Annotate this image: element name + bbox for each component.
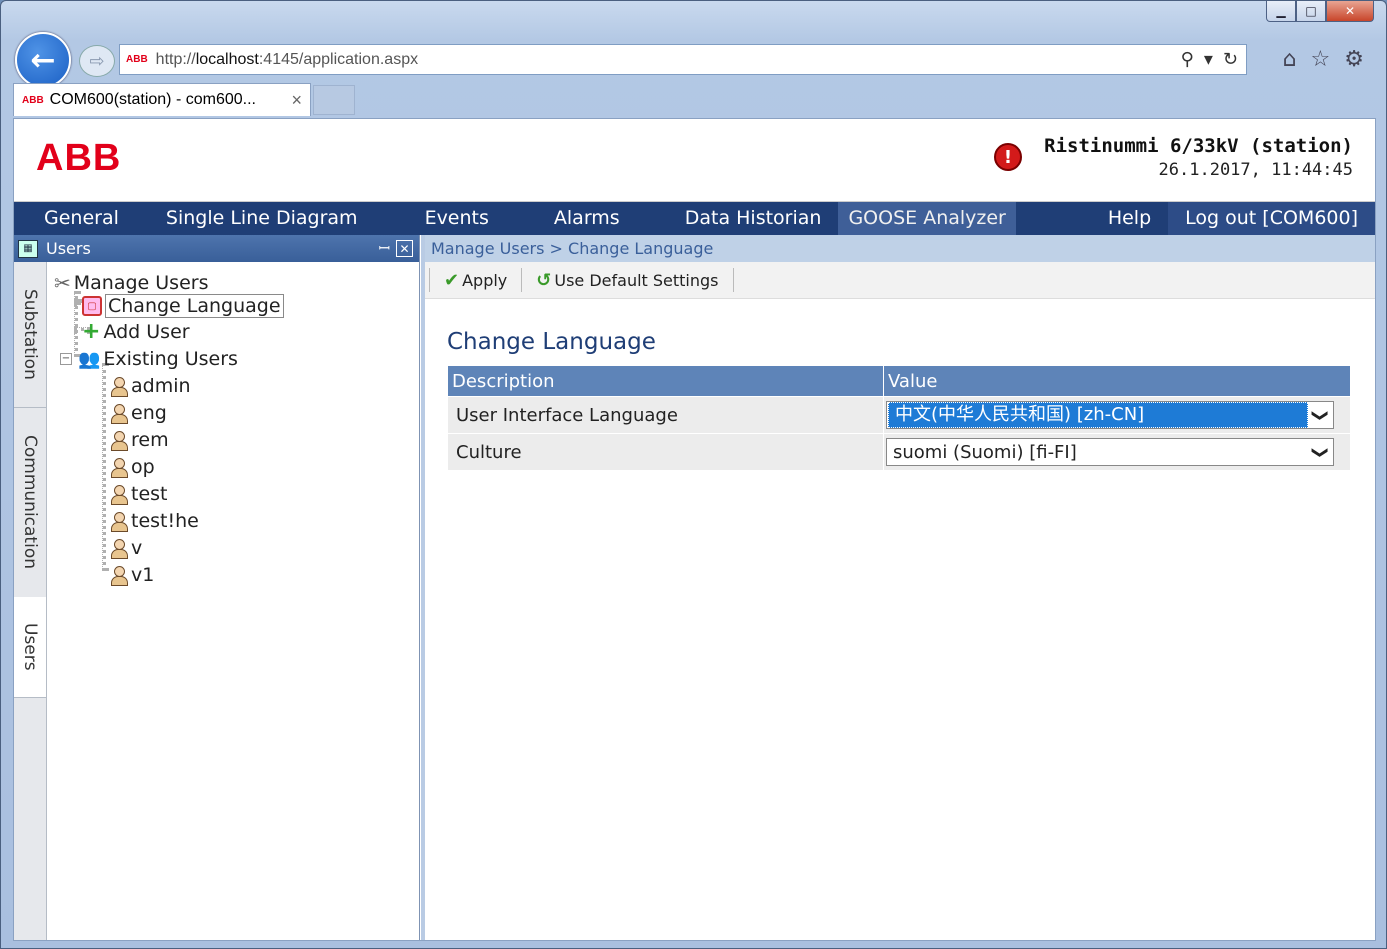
sidebar: ▦ Users ꟷ ✕ Substation Communication Use… <box>14 235 420 940</box>
toolbar: ✔ Apply ↺ Use Default Settings <box>425 262 1375 299</box>
tree-user[interactable]: test!he <box>110 510 199 532</box>
chevron-down-icon[interactable]: ▾ <box>1204 49 1213 70</box>
search-icon[interactable]: ⚲ <box>1181 49 1194 70</box>
user-icon <box>110 457 128 478</box>
user-icon <box>110 376 128 397</box>
gear-icon[interactable]: ⚙ <box>1344 47 1364 72</box>
tree-manage-users[interactable]: ✂ Manage Users <box>54 271 208 295</box>
menu-single-line-diagram[interactable]: Single Line Diagram <box>136 202 375 235</box>
chevron-down-icon: ❯ <box>1311 445 1331 459</box>
tab-users[interactable]: Users <box>14 597 46 698</box>
app-header: ABB ! Ristinummi 6/33kV (station) 26.1.2… <box>14 119 1375 202</box>
close-window-button[interactable]: ✕ <box>1326 1 1374 22</box>
favorites-star-icon[interactable]: ☆ <box>1311 47 1331 72</box>
maximize-button[interactable]: □ <box>1296 1 1326 22</box>
table-row: User Interface Language 中文(中华人民共和国) [zh-… <box>447 396 1351 434</box>
window-controls: ▁ □ ✕ <box>1266 1 1374 23</box>
minimize-button[interactable]: ▁ <box>1266 1 1296 22</box>
station-datetime: 26.1.2017, 11:44:45 <box>1158 160 1353 180</box>
forward-button[interactable]: ⇨ <box>79 45 115 77</box>
column-header-description: Description <box>447 365 884 397</box>
tab-communication[interactable]: Communication <box>14 407 46 598</box>
abb-logo: ABB <box>36 137 122 179</box>
browser-tab[interactable]: ABB COM600(station) - com600... × <box>13 83 311 116</box>
vertical-tabs: Substation Communication Users <box>14 262 47 940</box>
tree-existing-users[interactable]: − 👥 Existing Users <box>60 348 238 370</box>
user-icon <box>110 430 128 451</box>
address-bar[interactable]: ABB http://localhost:4145/application.as… <box>119 44 1247 75</box>
selected-value: 中文(中华人民共和国) [zh-CN] <box>888 402 1308 428</box>
culture-select[interactable]: suomi (Suomi) [fi-FI] ❯ <box>886 438 1334 466</box>
checkmark-icon: ✔ <box>444 269 460 291</box>
menu-logout[interactable]: Log out [COM600] <box>1168 202 1375 235</box>
collapse-icon[interactable]: − <box>60 353 72 365</box>
arrow-right-icon: ⇨ <box>89 50 105 72</box>
row-description: User Interface Language <box>447 396 884 434</box>
tree-user[interactable]: eng <box>110 402 167 424</box>
new-tab-button[interactable] <box>313 85 355 115</box>
apply-button[interactable]: ✔ Apply <box>438 270 513 291</box>
tree-user[interactable]: rem <box>110 429 169 451</box>
tree-user[interactable]: test <box>110 483 168 505</box>
tree-user[interactable]: admin <box>110 375 191 397</box>
tab-title: COM600(station) - com600... <box>49 91 256 108</box>
tab-substation[interactable]: Substation <box>14 262 46 408</box>
page-content: ABB ! Ristinummi 6/33kV (station) 26.1.2… <box>13 118 1376 941</box>
menu-help[interactable]: Help <box>1091 202 1168 235</box>
user-icon <box>110 511 128 532</box>
station-name: Ristinummi 6/33kV (station) <box>1044 135 1353 157</box>
main-menu: General Single Line Diagram Events Alarm… <box>14 202 1375 235</box>
language-settings-table: Description Value User Interface Languag… <box>447 365 1351 471</box>
plus-icon: + <box>82 319 101 344</box>
tab-close-icon[interactable]: × <box>291 90 302 111</box>
menu-data-historian[interactable]: Data Historian <box>637 202 839 235</box>
tree-user[interactable]: v1 <box>110 564 154 586</box>
browser-window: ▁ □ ✕ ← ⇨ ABB http://localhost:4145/appl… <box>0 0 1387 949</box>
tree-user[interactable]: v <box>110 537 142 559</box>
pin-icon[interactable]: ꟷ <box>379 239 390 258</box>
tree-user[interactable]: op <box>110 456 155 478</box>
selected-value: suomi (Suomi) [fi-FI] <box>893 441 1077 463</box>
arrow-left-icon: ← <box>30 42 56 78</box>
menu-alarms[interactable]: Alarms <box>506 202 637 235</box>
user-icon <box>110 538 128 559</box>
home-icon[interactable]: ⌂ <box>1283 47 1297 72</box>
tab-favicon: ABB <box>22 94 44 106</box>
undo-icon: ↺ <box>536 269 552 291</box>
tree-change-language[interactable]: ▢ Change Language <box>82 294 284 318</box>
tree-add-user[interactable]: + Add User <box>82 319 190 344</box>
users-panel-icon: ▦ <box>18 239 38 258</box>
url-text: http://localhost:4145/application.aspx <box>155 50 419 68</box>
close-icon[interactable]: ✕ <box>396 240 413 257</box>
user-icon <box>110 484 128 505</box>
column-header-value: Value <box>883 365 1351 397</box>
main-panel: Manage Users > Change Language ✔ Apply ↺… <box>421 235 1375 940</box>
back-button[interactable]: ← <box>15 32 71 88</box>
language-icon: ▢ <box>82 296 102 316</box>
users-group-icon: 👥 <box>78 348 101 370</box>
breadcrumb: Manage Users > Change Language <box>425 235 1375 262</box>
sidebar-header: ▦ Users ꟷ ✕ <box>14 235 419 262</box>
table-row: Culture suomi (Suomi) [fi-FI] ❯ <box>447 433 1351 471</box>
chevron-down-icon: ❯ <box>1311 408 1331 422</box>
user-icon <box>110 403 128 424</box>
menu-events[interactable]: Events <box>375 202 506 235</box>
row-description: Culture <box>447 433 884 471</box>
use-default-settings-button[interactable]: ↺ Use Default Settings <box>530 270 724 291</box>
sidebar-title: Users <box>46 239 91 258</box>
refresh-icon[interactable]: ↻ <box>1223 49 1238 70</box>
menu-goose-analyzer[interactable]: GOOSE Analyzer <box>838 202 1016 235</box>
menu-general[interactable]: General <box>14 202 136 235</box>
alert-icon[interactable]: ! <box>994 143 1022 171</box>
ui-language-select[interactable]: 中文(中华人民共和国) [zh-CN] ❯ <box>886 401 1334 429</box>
site-favicon: ABB <box>126 54 148 65</box>
page-title: Change Language <box>447 329 656 355</box>
user-icon <box>110 565 128 586</box>
tools-icon: ✂ <box>54 271 71 295</box>
